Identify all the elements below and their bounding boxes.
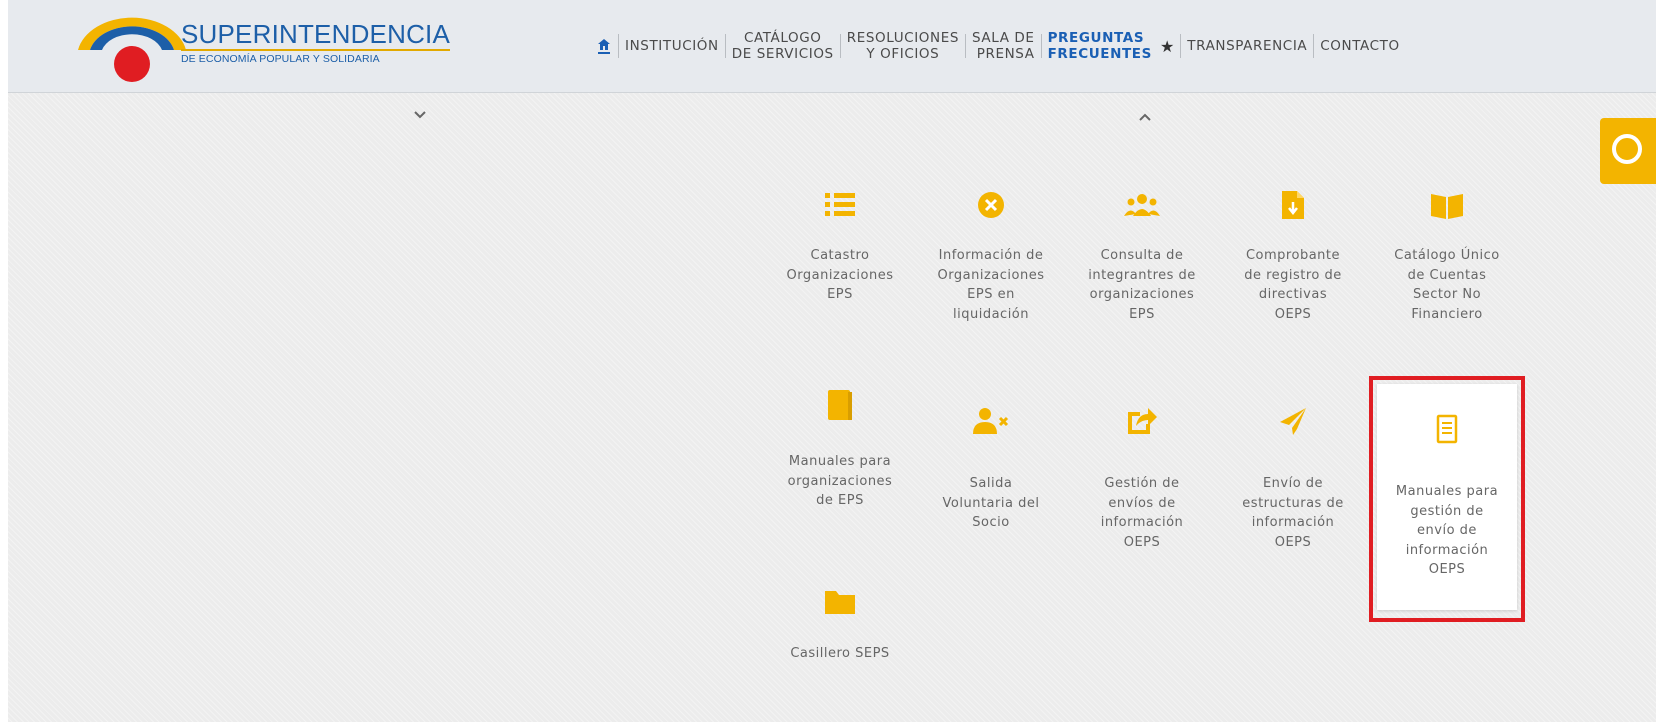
share-icon [1128,408,1157,434]
nav-transparencia-label: TRANSPARENCIA [1187,38,1308,54]
tile-label-line: gestión de [1410,503,1484,519]
tile-label-line: integrantres de [1088,267,1196,283]
tile-label-line: información [1405,542,1489,558]
home-icon [598,38,610,50]
book-icon [828,390,852,420]
tile-label-line: Manuales para [1395,484,1499,499]
nav-resoluciones[interactable]: RESOLUCIONES Y OFICIOS [841,30,965,62]
tile-label-line: Manuales para [788,454,892,469]
tile-casillero-seps[interactable]: Casillero SEPS [779,586,901,664]
logo-title: SUPERINTENDENCIA [181,19,451,51]
nav-resoluciones-line1: RESOLUCIONES [846,30,960,46]
nav-institucion-label: INSTITUCIÓN [625,38,719,54]
logo-arc-icon [78,17,186,82]
nav-institucion[interactable]: INSTITUCIÓN [619,38,725,54]
tile-label-line: Consulta de [1100,248,1184,263]
folder-icon [825,591,855,614]
logo-subtitle: DE ECONOMÍA POPULAR Y SOLIDARIA [181,53,380,65]
main-nav: INSTITUCIÓN CATÁLOGO DE SERVICIOS RESOLU… [590,0,1406,92]
chevron-down-icon[interactable] [413,108,427,124]
tile-label-line: Casillero SEPS [790,646,890,661]
nav-catalogo-servicios[interactable]: CATÁLOGO DE SERVICIOS [726,30,840,62]
user-remove-icon [973,408,1009,434]
tile-label-line: OEPS [1123,534,1161,550]
tile-label-line: Comprobante [1245,248,1340,263]
tile-label-line: estructuras de [1242,495,1344,511]
tile-informacion-liquidacion[interactable]: Información de Organizaciones EPS en liq… [930,190,1052,324]
tile-gestion-envios[interactable]: Gestión de envíos de información OEPS [1081,406,1203,552]
tile-label-line: organizaciones [1089,287,1195,302]
tile-manuales-eps[interactable]: Manuales para organizaciones de EPS [779,388,901,511]
tile-envio-estructuras[interactable]: Envío de estructuras de información OEPS [1232,406,1354,552]
accessibility-icon [1612,134,1642,164]
document-icon [1436,414,1458,444]
tile-label-line: información [1251,515,1335,530]
users-icon [1124,194,1160,216]
tile-label-line: EPS [827,287,853,302]
x-circle-icon [978,192,1004,218]
nav-catalogo-line1: CATÁLOGO [743,30,822,46]
tile-label-line: OEPS [1274,306,1312,322]
tile-label-line: Información de [938,248,1044,263]
tile-label-line: EPS en [967,287,1015,302]
tile-comprobante-registro[interactable]: Comprobante de registro de directivas OE… [1232,190,1354,324]
paper-plane-icon [1280,408,1306,435]
tile-label-line: Catálogo Único [1394,248,1500,263]
star-icon[interactable]: ★ [1158,37,1180,56]
tile-label-line: Sector No [1412,287,1482,302]
tile-catastro[interactable]: Catastro Organizaciones EPS [779,190,901,305]
tile-label-line: de EPS [816,493,864,508]
tile-label-line: Voluntaria del [942,495,1040,511]
nav-preguntas-frecuentes[interactable]: PREGUNTAS FRECUENTES [1042,30,1158,62]
nav-transparencia[interactable]: TRANSPARENCIA [1181,38,1313,54]
file-download-icon [1282,191,1304,219]
tile-consulta-integrantes[interactable]: Consulta de integrantres de organizacion… [1081,190,1203,324]
tile-label-line: OEPS [1428,562,1466,577]
tile-label-line: de registro de [1244,267,1342,283]
tile-label-line: Organizaciones [937,267,1045,283]
nav-catalogo-line2: DE SERVICIOS [731,46,834,62]
page-left-edge [0,0,8,722]
tile-label-line: Catastro [810,248,870,263]
tile-label-line: OEPS [1274,534,1312,550]
nav-preguntas-line1: PREGUNTAS [1047,30,1145,46]
tile-label-line: envíos de [1108,495,1176,511]
tile-label-line: EPS [1129,306,1155,322]
tile-label-line: Socio [972,515,1010,530]
nav-sala-line2: PRENSA [976,46,1035,62]
nav-contacto[interactable]: CONTACTO [1314,38,1405,54]
tile-label-line: liquidación [953,306,1029,322]
site-header: SUPERINTENDENCIA DE ECONOMÍA POPULAR Y S… [8,0,1656,93]
chevron-up-icon[interactable] [1138,110,1152,126]
tile-catalogo-cuentas[interactable]: Catálogo Único de Cuentas Sector No Fina… [1386,190,1508,324]
tile-label-line: Financiero [1411,306,1483,322]
tile-label-line: organizaciones [787,473,893,489]
list-icon [825,193,855,216]
nav-sala-prensa[interactable]: SALA DE PRENSA [966,30,1041,62]
tile-label-line: información [1100,515,1184,530]
nav-resoluciones-line2: Y OFICIOS [866,46,940,62]
tile-label-line: de Cuentas [1407,267,1487,283]
tile-manuales-gestion-envio[interactable]: Manuales para gestión de envío de inform… [1386,414,1508,580]
side-accessibility-tab[interactable] [1600,118,1656,184]
nav-sala-line1: SALA DE [972,30,1035,46]
tile-label-line: Gestión de [1104,476,1180,491]
tile-label-line: directivas [1258,287,1328,302]
tile-label-line: Organizaciones [786,267,894,283]
tile-label-line: Salida [969,476,1013,491]
seps-logo[interactable]: SUPERINTENDENCIA DE ECONOMÍA POPULAR Y S… [78,6,451,86]
nav-preguntas-line2: FRECUENTES [1047,46,1152,62]
tile-label-line: Envío de [1262,476,1324,491]
tile-salida-voluntaria[interactable]: Salida Voluntaria del Socio [930,406,1052,533]
book-open-icon [1431,194,1463,219]
nav-contacto-label: CONTACTO [1320,38,1400,54]
tile-label-line: envío de [1417,523,1477,538]
nav-home[interactable] [590,38,618,54]
